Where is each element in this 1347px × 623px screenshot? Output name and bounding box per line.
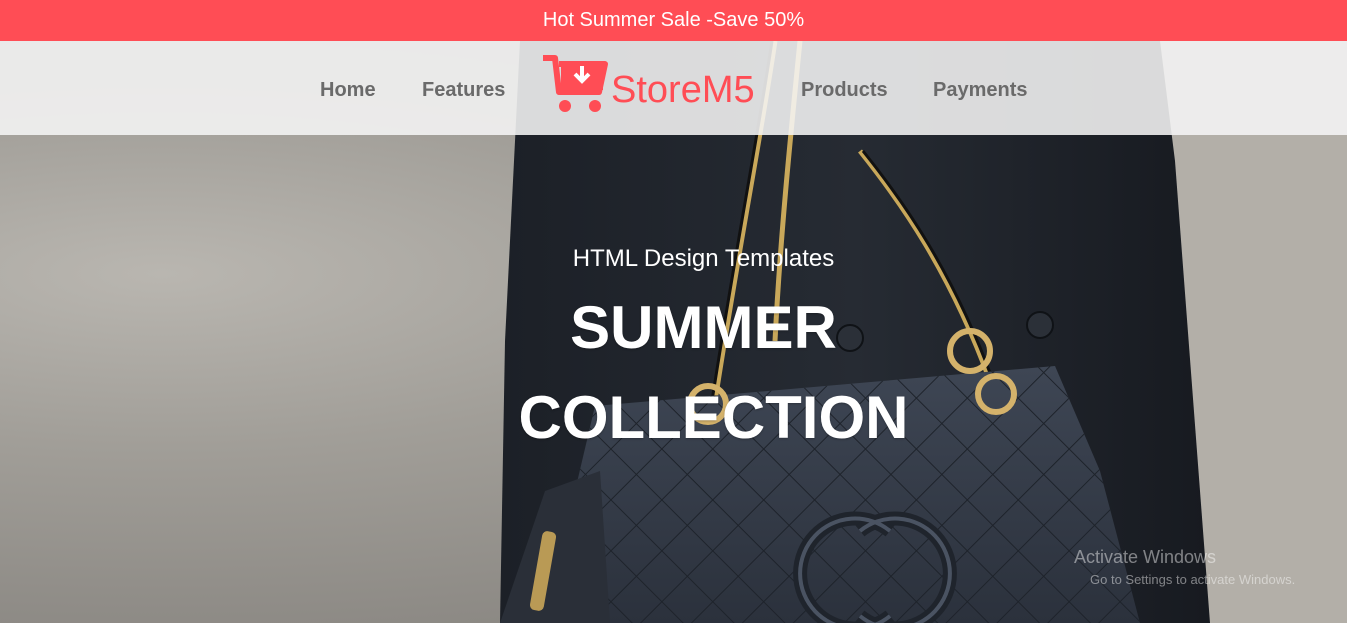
watermark-line1: Activate Windows [1074,547,1217,567]
brand-name: StoreM5 [611,69,755,111]
brand-logo[interactable]: StoreM5 [541,52,755,121]
nav-products-link[interactable]: Products [801,79,888,102]
nav-home-link[interactable]: Home [320,79,376,102]
main-navbar: Home Features StoreM5 Products Payments [0,41,1347,135]
hero-subtitle: HTML Design Templates [572,245,835,272]
promo-text: Hot Summer Sale -Save 50% [542,9,805,31]
cart-download-icon [541,52,609,121]
nav-features-link[interactable]: Features [422,79,505,102]
watermark-line2: Go to Settings to activate Windows. [1090,572,1296,587]
hero-title-line1: SUMMER [570,294,837,361]
nav-payments-link[interactable]: Payments [933,79,1028,102]
promo-banner: Hot Summer Sale -Save 50% [0,0,1347,41]
hero-title-line2: COLLECTION [518,384,909,451]
windows-activation-watermark: Activate Windows Go to Settings to activ… [1074,547,1295,587]
